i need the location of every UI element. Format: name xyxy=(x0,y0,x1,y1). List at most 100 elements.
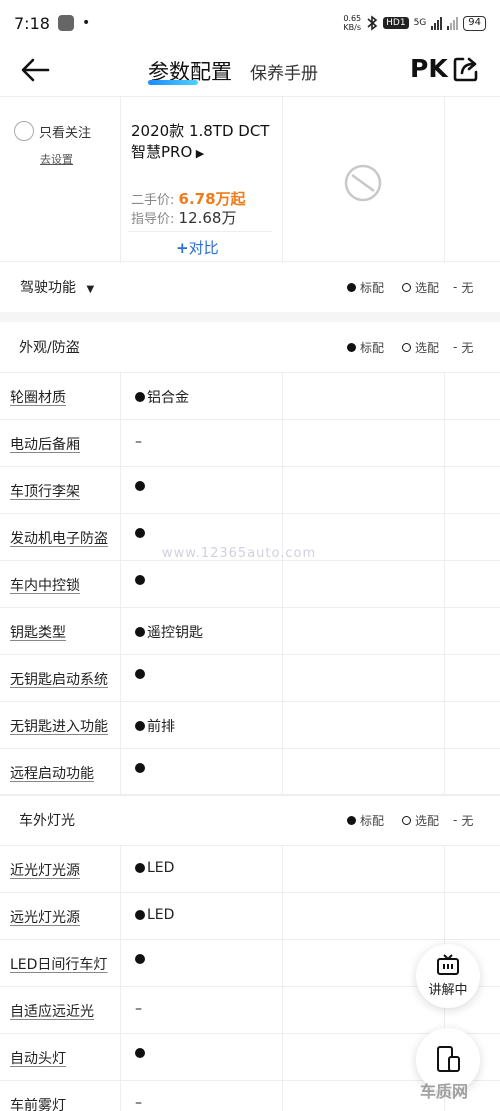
legend-optional: 选配 xyxy=(415,280,440,295)
used-price-row: 二手价: 6.78万起 xyxy=(131,188,246,209)
standard-dot-icon xyxy=(135,392,145,402)
spec-value: 前排 xyxy=(135,716,175,736)
spec-row: 电动后备厢 – xyxy=(0,420,500,467)
legend-dash: - xyxy=(453,280,458,294)
spec-row: 轮圈材质 铝合金 xyxy=(0,373,500,420)
column-divider xyxy=(120,373,121,420)
standard-dot-icon xyxy=(347,282,356,292)
tab-active-indicator xyxy=(148,80,198,85)
spec-label[interactable]: 车前雾灯 xyxy=(10,1095,66,1111)
site-logo: 车质网 xyxy=(420,1082,469,1101)
pk-button[interactable]: PK xyxy=(410,54,448,83)
spec-row: 车内中控锁 xyxy=(0,561,500,608)
standard-dot-icon xyxy=(135,763,145,773)
column-divider xyxy=(444,514,445,561)
spec-value: 遥控钥匙 xyxy=(135,622,203,642)
legend-dash: - xyxy=(453,340,458,354)
network-type: 5G xyxy=(413,18,427,28)
section-title-exterior: 外观/防盗 xyxy=(19,340,80,356)
spec-value: – xyxy=(135,1095,142,1111)
column-divider xyxy=(282,608,283,655)
spec-value: – xyxy=(135,434,142,450)
column-divider xyxy=(444,846,445,893)
spec-label[interactable]: 发动机电子防盗 xyxy=(10,528,108,548)
column-divider xyxy=(444,373,445,420)
section-title-driving: 驾驶功能 ▼ xyxy=(20,277,94,297)
column-divider xyxy=(120,1034,121,1081)
standard-dot-icon xyxy=(135,627,145,637)
back-arrow-icon[interactable] xyxy=(18,54,54,86)
spec-label[interactable]: 无钥匙启动系统 xyxy=(10,669,108,689)
column-divider xyxy=(282,702,283,749)
section-exterior: 外观/防盗 标配 选配 -无 xyxy=(0,322,500,372)
used-price-label: 二手价: xyxy=(131,193,175,208)
phone-icon xyxy=(437,1046,460,1072)
column-divider xyxy=(120,420,121,467)
spec-label[interactable]: 远光灯光源 xyxy=(10,907,80,927)
column-divider xyxy=(444,893,445,940)
car-compare-block: 只看关注 去设置 2020款 1.8TD DCT 智慧PRO ▶ 二手价: 6.… xyxy=(0,96,500,263)
spec-label[interactable]: LED日间行车灯 xyxy=(10,954,107,974)
column-divider xyxy=(282,893,283,940)
column-divider xyxy=(444,608,445,655)
column-divider xyxy=(120,655,121,702)
explain-button[interactable]: 讲解中 xyxy=(416,944,480,1008)
spec-label[interactable]: 车内中控锁 xyxy=(10,575,80,595)
column-divider xyxy=(444,97,445,263)
spec-row: 车顶行李架 xyxy=(0,467,500,514)
share-icon[interactable] xyxy=(451,54,481,84)
add-compare-button[interactable]: +对比 xyxy=(176,237,219,258)
standard-dot-icon xyxy=(135,528,145,538)
spec-label[interactable]: 自适应远近光 xyxy=(10,1001,94,1021)
standard-dot-icon xyxy=(135,669,145,679)
spec-label[interactable]: 自动头灯 xyxy=(10,1048,66,1068)
spec-label[interactable]: 电动后备厢 xyxy=(10,434,80,454)
status-bar: 7:18 • 0.65 KB/s HD1 5G 94 xyxy=(0,0,500,46)
used-price-value: 6.78万起 xyxy=(178,190,246,208)
column-divider xyxy=(444,749,445,796)
legend: 标配 选配 -无 xyxy=(347,279,473,296)
column-divider xyxy=(444,702,445,749)
explain-label: 讲解中 xyxy=(428,983,468,998)
header: 参数配置 保养手册 PK xyxy=(0,46,500,94)
tab-maintenance[interactable]: 保养手册 xyxy=(250,59,318,84)
spec-label[interactable]: 轮圈材质 xyxy=(10,387,66,407)
spec-value-text: 铝合金 xyxy=(147,390,189,406)
spec-row: 钥匙类型 遥控钥匙 xyxy=(0,608,500,655)
standard-dot-icon xyxy=(135,1048,145,1058)
spec-label[interactable]: 车顶行李架 xyxy=(10,481,80,501)
car-model-name[interactable]: 2020款 1.8TD DCT 智慧PRO ▶ xyxy=(131,121,279,164)
legend-standard: 标配 xyxy=(360,280,385,295)
net-speed: 0.65 KB/s xyxy=(343,14,361,32)
guide-price-row: 指导价: 12.68万 xyxy=(131,207,236,228)
column-divider xyxy=(444,561,445,608)
column-divider xyxy=(120,561,121,608)
compare-divider xyxy=(128,231,272,232)
settings-link[interactable]: 去设置 xyxy=(40,151,73,167)
legend-none: 无 xyxy=(461,813,474,828)
spec-label[interactable]: 无钥匙进入功能 xyxy=(10,716,108,736)
column-divider xyxy=(282,561,283,608)
spec-label[interactable]: 钥匙类型 xyxy=(10,622,66,642)
column-divider xyxy=(282,987,283,1034)
spec-value xyxy=(135,575,147,585)
spec-value xyxy=(135,954,147,964)
follow-only-toggle[interactable]: 只看关注 xyxy=(14,121,91,141)
legend-dash: - xyxy=(453,813,458,827)
battery-indicator: 94 xyxy=(463,15,486,31)
section-driving[interactable]: 驾驶功能 ▼ 标配 选配 -无 xyxy=(0,262,500,312)
spec-value: LED xyxy=(135,907,174,923)
follow-radio[interactable] xyxy=(14,121,34,141)
add-compare-label: 对比 xyxy=(188,239,219,257)
guide-price-value: 12.68万 xyxy=(178,209,237,227)
spec-value: – xyxy=(135,1001,142,1017)
legend: 标配 选配 -无 xyxy=(347,339,473,356)
spec-label[interactable]: 远程启动功能 xyxy=(10,763,94,783)
spec-row: 远光灯光源 LED xyxy=(0,893,500,940)
notification-app-icon xyxy=(57,15,74,31)
column-divider xyxy=(282,846,283,893)
column-divider xyxy=(120,97,121,263)
spec-label[interactable]: 近光灯光源 xyxy=(10,860,80,880)
standard-dot-icon xyxy=(347,815,356,825)
spec-value xyxy=(135,1048,147,1058)
